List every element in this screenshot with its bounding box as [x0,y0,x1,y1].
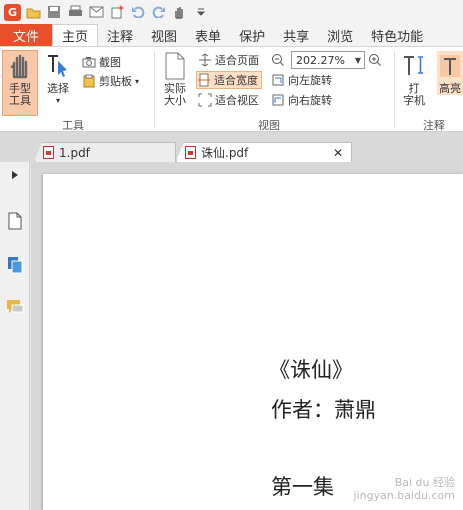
rotate-left-button[interactable]: 向左旋转 [271,71,332,89]
fit-page-label: 适合页面 [215,54,259,67]
page-thumbnail-icon[interactable] [6,212,24,230]
tab-home[interactable]: 主页 [52,24,99,46]
fit-visible-icon [198,93,212,107]
camera-icon [82,55,96,69]
tab-form[interactable]: 表单 [186,24,230,46]
separator [394,51,395,127]
fit-width-icon [197,73,211,87]
rotate-right-label: 向右旋转 [288,94,332,107]
zoom-dropdown-icon[interactable]: ▼ [352,56,364,65]
print-icon[interactable] [66,3,84,21]
email-icon[interactable] [87,3,105,21]
fit-width-label: 适合宽度 [214,74,258,87]
watermark-line1: Bai du 经验 [394,476,455,489]
highlight-icon [436,51,463,81]
hand-icon [6,51,34,81]
screenshot-button[interactable]: 截图 [82,53,121,71]
fit-visible-button[interactable]: 适合视区 [198,91,259,109]
screenshot-label: 截图 [99,56,121,69]
customize-icon[interactable] [192,3,210,21]
rotate-right-button[interactable]: 向右旋转 [271,91,332,109]
zoom-in-icon [368,53,382,67]
hand-tool-label: 手型 工具 [9,82,31,107]
typewriter-button[interactable]: 打 字机 [400,51,428,107]
select-button[interactable]: 选择 ▾ [43,51,73,107]
doc-tab-1pdf[interactable]: 1.pdf [34,142,176,162]
close-icon[interactable]: ✕ [333,146,343,160]
select-label: 选择 [47,82,69,95]
document-view[interactable]: 《诛仙》 作者：萧鼎 第一集 Bai du 经验 jingyan.baidu.c… [31,162,463,510]
select-dropdown-icon[interactable]: ▾ [56,95,60,107]
clipboard-button[interactable]: 剪贴板 ▾ [82,72,139,90]
quick-access-toolbar: G [0,0,463,24]
tools-group-label: 工具 [62,119,84,132]
rotate-right-icon [271,93,285,107]
book-title: 《诛仙》 [269,358,353,382]
doc-tab-zhuxian[interactable]: 诛仙.pdf ✕ [176,142,352,162]
select-cursor-icon [44,51,72,81]
clipboard-dropdown-icon[interactable]: ▾ [135,77,139,86]
ribbon-tabs: 文件 主页 注释 视图 表单 保护 共享 浏览 特色功能 [0,24,463,46]
actual-size-icon [161,51,189,81]
pdf-file-icon [185,146,196,159]
highlight-button[interactable]: 高亮 [437,51,463,95]
hand-tool-button[interactable]: 手型 工具 [4,51,36,107]
rotate-left-icon [271,73,285,87]
doc-tab-label: 诛仙.pdf [201,146,249,160]
tab-browse[interactable]: 浏览 [318,24,362,46]
layers-icon[interactable] [6,256,24,274]
ribbon-panel: 手型 工具 选择 ▾ 截图 剪贴板 ▾ 工具 实际 大小 适合页面 适合宽度 适… [0,46,463,132]
doc-tab-label: 1.pdf [59,145,90,160]
fit-page-button[interactable]: 适合页面 [198,51,259,69]
typewriter-label: 打 字机 [403,82,425,107]
left-navigation-panel [0,162,30,510]
zoom-value: 202.27% [296,53,345,67]
actual-size-button[interactable]: 实际 大小 [160,51,190,107]
highlight-label: 高亮 [439,82,461,95]
view-group-label: 视图 [258,119,280,132]
chapter-heading: 第一集 [271,475,334,499]
clipboard-icon [82,74,96,88]
tab-file[interactable]: 文件 [0,24,52,46]
typewriter-icon [400,51,428,81]
book-author: 作者：萧鼎 [271,398,376,422]
clipboard-label: 剪贴板 [99,75,132,88]
hand-menu-icon[interactable] [171,3,189,21]
watermark: Bai du 经验 jingyan.baidu.com [353,476,455,502]
tab-protect[interactable]: 保护 [230,24,274,46]
undo-icon[interactable] [129,3,147,21]
separator [154,51,155,127]
open-icon[interactable] [24,3,42,21]
zoom-out-button[interactable] [271,51,285,69]
fit-page-icon [198,53,212,67]
app-logo-icon[interactable]: G [4,3,21,21]
annotate-group-label: 注释 [423,119,445,132]
actual-size-label: 实际 大小 [164,82,186,107]
tab-view[interactable]: 视图 [142,24,186,46]
expand-panel-icon[interactable] [6,166,24,184]
redo-icon[interactable] [150,3,168,21]
document-tabs: 1.pdf 诛仙.pdf ✕ [0,132,463,162]
tab-share[interactable]: 共享 [274,24,318,46]
fit-visible-label: 适合视区 [215,94,259,107]
pdf-page: 《诛仙》 作者：萧鼎 第一集 Bai du 经验 jingyan.baidu.c… [43,174,463,510]
rotate-left-label: 向左旋转 [288,74,332,87]
zoom-out-icon [271,53,285,67]
tab-features[interactable]: 特色功能 [362,24,432,46]
save-icon[interactable] [45,3,63,21]
tab-comment[interactable]: 注释 [98,24,142,46]
zoom-select[interactable]: 202.27% ▼ [291,51,365,69]
comments-icon[interactable] [6,298,24,316]
pdf-file-icon [43,146,54,159]
watermark-line2: jingyan.baidu.com [353,489,455,502]
zoom-in-button[interactable] [368,51,382,69]
fit-width-button[interactable]: 适合宽度 [196,71,262,89]
new-icon[interactable] [108,3,126,21]
